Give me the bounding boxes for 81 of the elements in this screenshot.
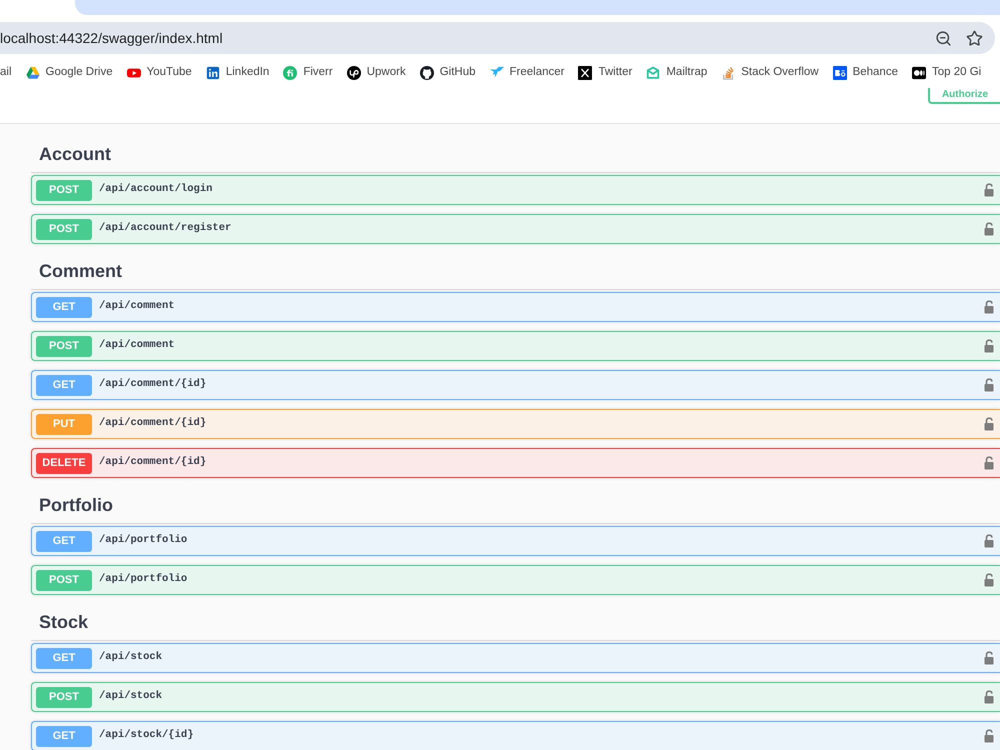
drive-logo-icon: [26, 66, 40, 80]
endpoint-path: /api/comment/{id}: [99, 416, 206, 432]
endpoint-path: /api/account/register: [99, 221, 232, 236]
method-badge: GET: [36, 374, 92, 396]
bird-logo-icon: [490, 66, 504, 80]
envelope-logo-icon: [646, 66, 660, 80]
endpoint-row[interactable]: POST /api/account/login: [31, 175, 1000, 205]
star-icon[interactable]: [966, 30, 983, 46]
endpoint-row[interactable]: POST /api/stock: [31, 682, 1000, 712]
upwork-logo-icon: [346, 66, 361, 80]
method-badge: POST: [36, 570, 92, 590]
section-heading[interactable]: Account: [31, 139, 1000, 173]
github-logo-icon: [420, 66, 434, 80]
medium-logo-icon: [912, 66, 926, 80]
endpoint-path: /api/portfolio: [99, 572, 188, 588]
endpoint-path: /api/portfolio: [99, 533, 188, 548]
endpoint-path: /api/comment/{id}: [99, 377, 206, 392]
bookmark-item[interactable]: LinkedIn: [198, 60, 276, 86]
address-bar[interactable]: localhost:44322/swagger/index.html: [0, 22, 995, 54]
linkedin-logo-icon: [206, 66, 220, 80]
bookmark-item[interactable]: Stack Overflow: [714, 60, 826, 86]
padlock-icon[interactable]: [984, 651, 994, 665]
method-badge: POST: [36, 336, 92, 356]
endpoint-row[interactable]: GET /api/comment/{id}: [31, 370, 1000, 400]
method-badge: PUT: [36, 414, 92, 434]
endpoint-row[interactable]: PUT /api/comment/{id}: [31, 409, 1000, 439]
endpoint-path: /api/comment: [99, 338, 175, 354]
section-heading[interactable]: Portfolio: [31, 490, 1000, 524]
padlock-icon[interactable]: [984, 690, 994, 704]
endpoint-row[interactable]: GET /api/stock/{id}: [31, 721, 1000, 750]
padlock-icon[interactable]: [984, 417, 994, 431]
x-logo-icon: [578, 66, 592, 80]
endpoint-path: /api/comment/{id}: [99, 455, 206, 470]
endpoint-path: /api/stock/{id}: [99, 728, 194, 744]
method-badge: POST: [36, 218, 92, 240]
endpoint-path: /api/stock: [99, 689, 162, 704]
endpoint-path: /api/account/login: [99, 182, 212, 198]
bookmark-item[interactable]: Twitter: [571, 60, 640, 86]
padlock-icon[interactable]: [984, 534, 994, 548]
bookmark-item[interactable]: GitHub: [412, 60, 482, 86]
bookmark-item[interactable]: Freelancer: [482, 60, 572, 86]
padlock-icon[interactable]: [984, 300, 994, 314]
bookmark-item[interactable]: ail: [0, 60, 19, 86]
fiverr-logo-icon: [283, 66, 298, 80]
padlock-icon[interactable]: [984, 222, 994, 236]
url-text: localhost:44322/swagger/index.html: [0, 28, 223, 48]
behance-logo-icon: [832, 66, 847, 80]
padlock-icon[interactable]: [984, 378, 994, 392]
zoom-out-icon[interactable]: [935, 30, 952, 46]
endpoint-path: /api/stock: [99, 650, 162, 666]
padlock-icon[interactable]: [984, 456, 994, 470]
endpoint-row[interactable]: GET /api/stock: [31, 643, 1000, 673]
stack-overflow-logo-icon: [721, 66, 736, 80]
bookmark-item[interactable]: YouTube: [120, 60, 199, 86]
endpoint-row[interactable]: GET /api/portfolio: [31, 526, 1000, 556]
bookmark-item[interactable]: Google Drive: [18, 60, 120, 86]
bookmark-item[interactable]: Fiverr: [276, 60, 340, 86]
bookmark-item[interactable]: Top 20 Gi: [904, 60, 988, 86]
bookmark-item[interactable]: Behance: [826, 60, 905, 86]
play-button-icon: [126, 66, 141, 80]
method-badge: POST: [36, 686, 92, 708]
padlock-icon[interactable]: [984, 729, 994, 743]
bookmark-item[interactable]: Mailtrap: [639, 60, 714, 86]
section-heading[interactable]: Stock: [31, 607, 1000, 641]
endpoint-row[interactable]: DELETE /api/comment/{id}: [31, 448, 1000, 478]
padlock-icon[interactable]: [984, 573, 994, 587]
endpoint-row[interactable]: POST /api/portfolio: [31, 565, 1000, 595]
section-heading[interactable]: Comment: [31, 256, 1000, 290]
bookmark-item[interactable]: Upwork: [340, 60, 413, 86]
method-badge: GET: [36, 648, 92, 668]
method-badge: GET: [36, 296, 92, 318]
method-badge: POST: [36, 180, 92, 200]
padlock-icon[interactable]: [984, 339, 994, 353]
endpoint-row[interactable]: POST /api/comment: [31, 331, 1000, 361]
method-badge: DELETE: [36, 452, 92, 474]
method-badge: GET: [36, 530, 92, 552]
endpoint-row[interactable]: POST /api/account/register: [31, 214, 1000, 244]
method-badge: GET: [36, 726, 92, 746]
padlock-icon[interactable]: [984, 183, 994, 197]
endpoint-row[interactable]: GET /api/comment: [31, 292, 1000, 322]
endpoint-path: /api/comment: [99, 299, 175, 314]
